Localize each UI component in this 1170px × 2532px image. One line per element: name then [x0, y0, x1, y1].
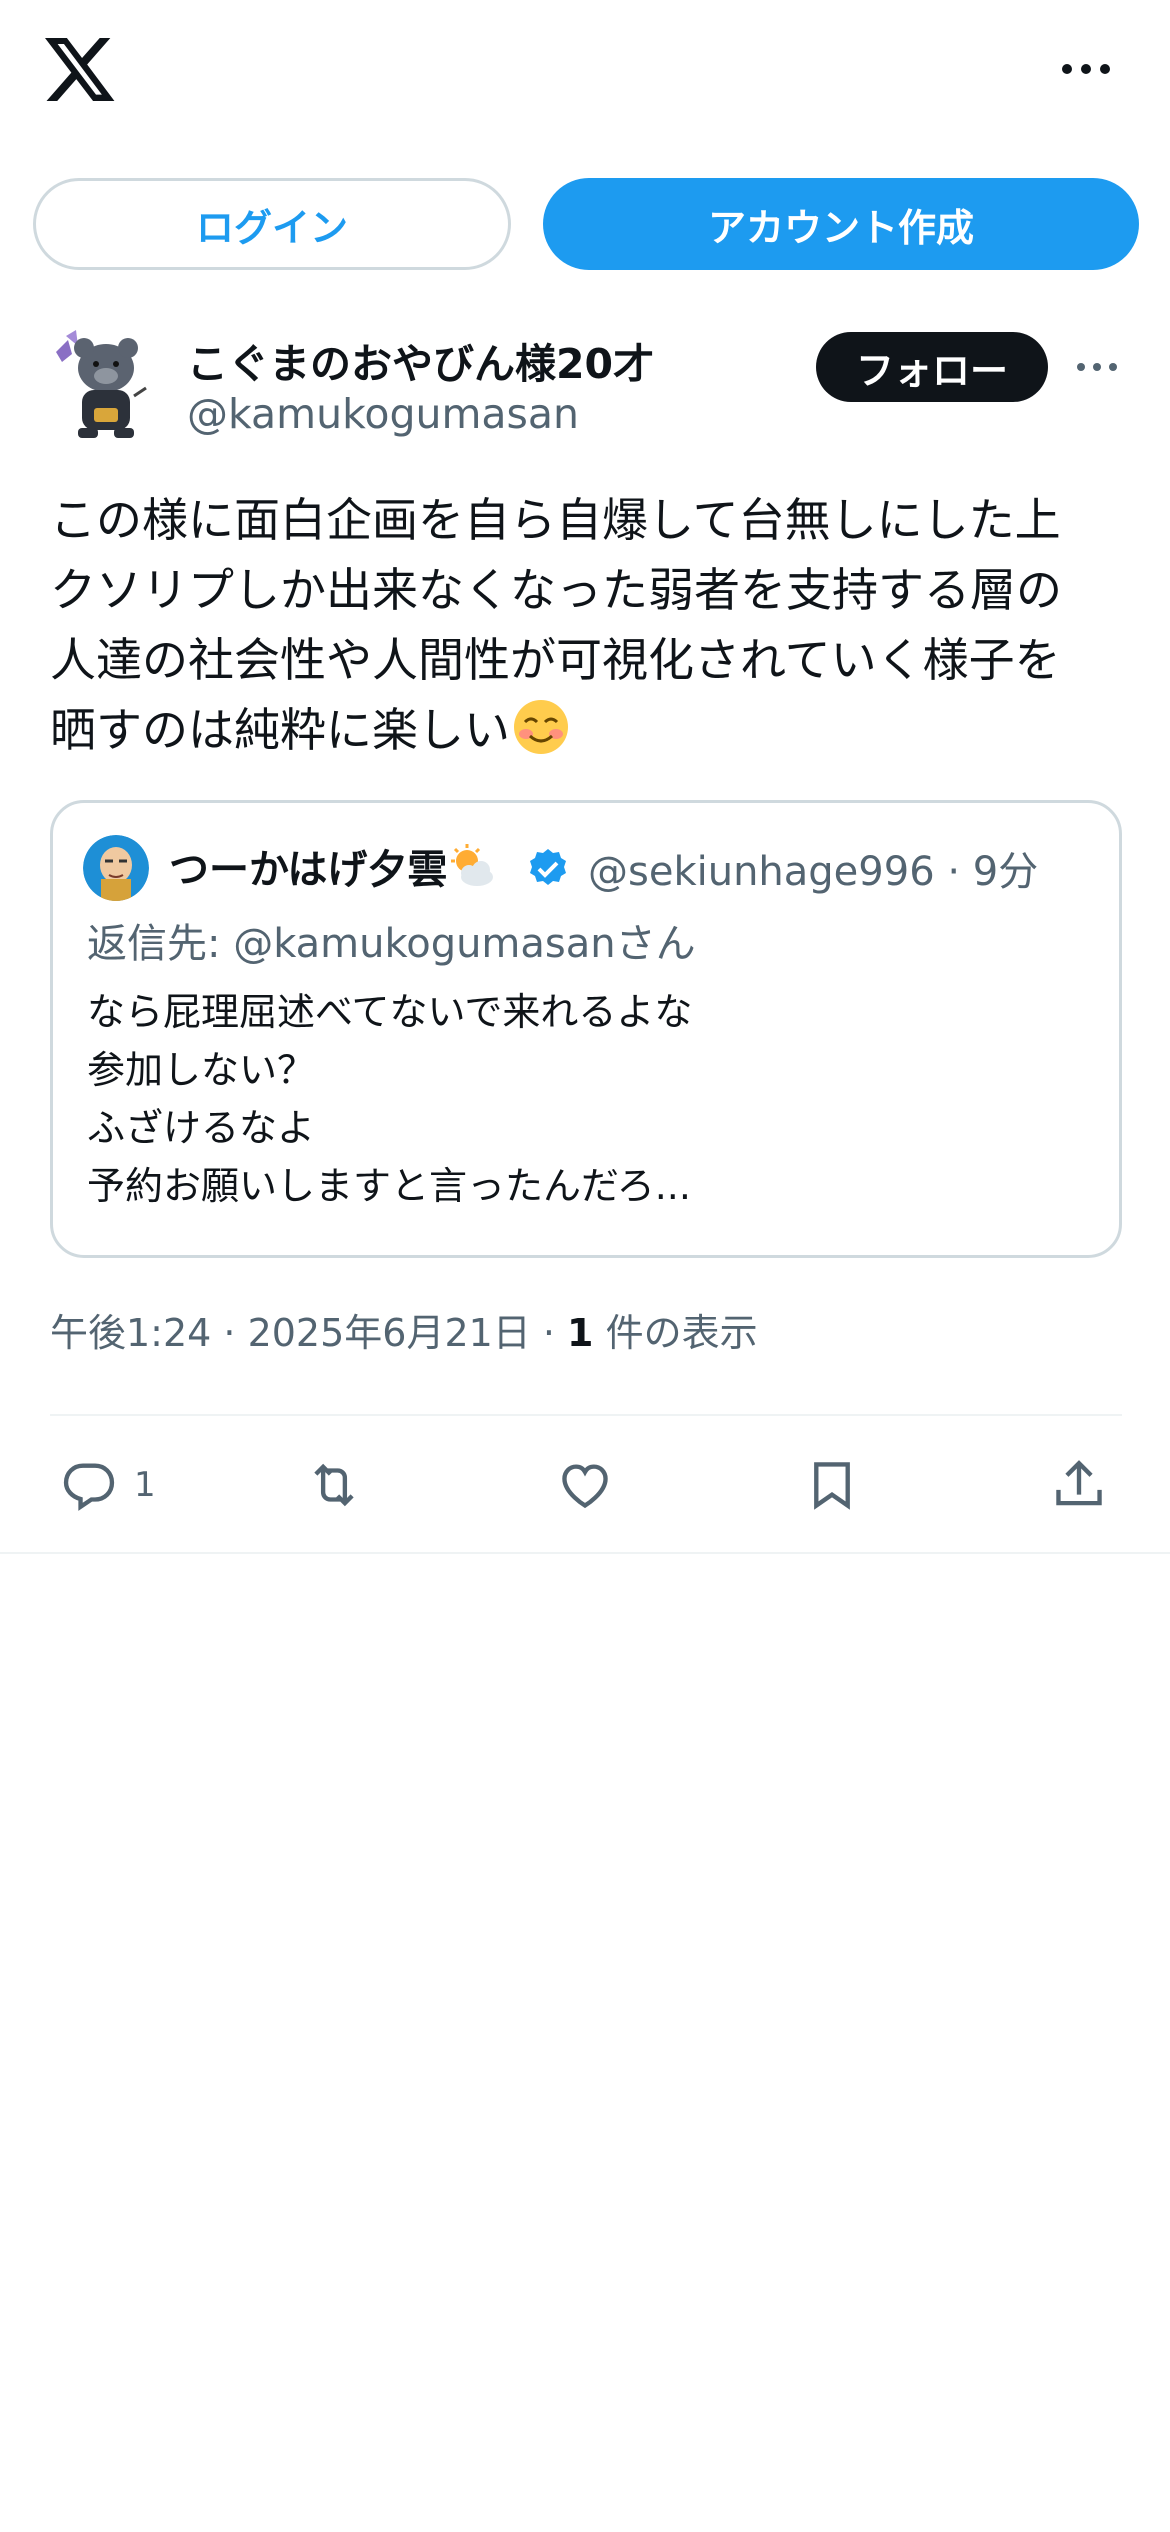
reply-button[interactable]: 1: [60, 1440, 156, 1530]
quoted-author-name-text: つーかはげ夕雲: [169, 847, 448, 893]
reply-icon: [63, 1463, 115, 1511]
share-button[interactable]: [1050, 1440, 1108, 1530]
more-horizontal-icon[interactable]: [1076, 358, 1118, 376]
quoted-text: なら屁理屈述べてないで来れるよな 参加しない？ ふざけるなよ 予約お願いしますと…: [87, 990, 693, 1208]
login-button[interactable]: ログイン: [33, 178, 511, 270]
views-count: 1: [567, 1311, 594, 1355]
avatar[interactable]: [50, 330, 150, 442]
verified-badge-icon: [530, 849, 566, 885]
quoted-author-name: つーかはげ夕雲: [169, 837, 495, 895]
bookmark-button[interactable]: [803, 1440, 861, 1530]
auth-buttons: ログイン アカウント作成: [0, 178, 1170, 272]
sun-behind-cloud-icon: [451, 844, 494, 886]
bookmark-icon: [814, 1462, 850, 1510]
author-name[interactable]: こぐまのおやびん様20才: [187, 330, 654, 390]
tweet-datetime[interactable]: 午後1:24 · 2025年6月21日 ·: [50, 1311, 567, 1355]
top-bar: [0, 0, 1170, 150]
share-icon: [1056, 1460, 1102, 1506]
action-bar: 1: [0, 1440, 1170, 1530]
views-label: 件の表示: [593, 1311, 758, 1355]
quoted-tweet[interactable]: つーかはげ夕雲 @sekiunhage996 · 9分 返信先: @kamuko…: [50, 800, 1122, 1258]
reply-count: 1: [134, 1465, 156, 1505]
tweet-text: この様に面白企画を自ら自爆して台無しにした上 クソリプしか出来なくなった弱者を支…: [50, 485, 1130, 765]
divider: [50, 1414, 1122, 1416]
reply-to-label: 返信先: @kamukogumasanさん: [87, 921, 696, 967]
signup-button[interactable]: アカウント作成: [543, 178, 1139, 270]
smiling-face-icon: [514, 700, 568, 754]
quoted-handle-time: @sekiunhage996 · 9分: [588, 849, 1039, 895]
divider: [0, 1552, 1170, 1554]
follow-button[interactable]: フォロー: [816, 332, 1048, 402]
tweet-author: こぐまのおやびん様20才 @kamukogumasan フォロー: [0, 330, 1170, 450]
author-handle[interactable]: @kamukogumasan: [187, 390, 579, 438]
tweet-meta: 午後1:24 · 2025年6月21日 · 1 件の表示: [50, 1302, 758, 1357]
more-horizontal-icon[interactable]: [1060, 58, 1112, 80]
retweet-icon: [314, 1463, 354, 1507]
quoted-avatar: [83, 835, 149, 901]
retweet-button[interactable]: [305, 1440, 363, 1530]
like-button[interactable]: [556, 1440, 614, 1530]
heart-icon: [562, 1464, 608, 1509]
x-logo-icon[interactable]: [45, 38, 117, 104]
